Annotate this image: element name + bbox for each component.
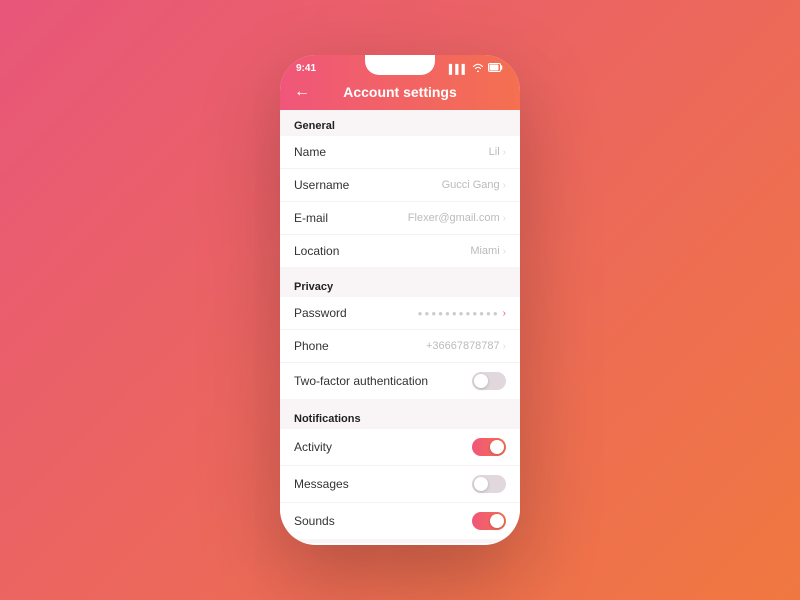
name-value: Lil bbox=[489, 146, 500, 158]
password-dots: ●●●●●●●●●●●● bbox=[418, 309, 500, 318]
activity-knob bbox=[490, 440, 504, 454]
row-sounds[interactable]: Sounds bbox=[280, 503, 520, 539]
row-location[interactable]: Location Miami › bbox=[280, 235, 520, 267]
row-phone[interactable]: Phone +36667878787 › bbox=[280, 330, 520, 363]
password-label: Password bbox=[294, 306, 347, 320]
username-value: Gucci Gang bbox=[442, 179, 500, 191]
messages-label: Messages bbox=[294, 477, 349, 491]
location-value-wrap: Miami › bbox=[470, 245, 506, 257]
location-label: Location bbox=[294, 244, 339, 258]
phone-arrow: › bbox=[503, 341, 506, 352]
row-email[interactable]: E-mail Flexer@gmail.com › bbox=[280, 202, 520, 235]
battery-icon bbox=[488, 63, 504, 74]
row-username[interactable]: Username Gucci Gang › bbox=[280, 169, 520, 202]
username-value-wrap: Gucci Gang › bbox=[442, 179, 506, 191]
phone-value-wrap: +36667878787 › bbox=[426, 340, 506, 352]
section-label-notifications: Notifications bbox=[280, 403, 520, 429]
username-label: Username bbox=[294, 178, 349, 192]
email-label: E-mail bbox=[294, 211, 328, 225]
status-icons: ▌▌▌ bbox=[449, 63, 504, 74]
sounds-knob bbox=[490, 514, 504, 528]
status-bar: 9:41 ▌▌▌ bbox=[280, 55, 520, 78]
name-value-wrap: Lil › bbox=[489, 146, 506, 158]
phone-frame: 9:41 ▌▌▌ ← Account settings bbox=[280, 55, 520, 545]
email-value-wrap: Flexer@gmail.com › bbox=[408, 212, 506, 224]
password-arrow: › bbox=[503, 308, 506, 319]
row-activity[interactable]: Activity bbox=[280, 429, 520, 466]
name-arrow: › bbox=[503, 147, 506, 158]
page-title: Account settings bbox=[343, 84, 457, 100]
content-area: General Name Lil › Username Gucci Gang ›… bbox=[280, 110, 520, 545]
header: ← Account settings bbox=[280, 78, 520, 110]
two-factor-label: Two-factor authentication bbox=[294, 374, 428, 388]
privacy-group: Password ●●●●●●●●●●●● › Phone +366678787… bbox=[280, 297, 520, 399]
wifi-icon bbox=[472, 63, 484, 74]
activity-label: Activity bbox=[294, 440, 332, 454]
email-value: Flexer@gmail.com bbox=[408, 212, 500, 224]
notifications-group: Activity Messages Sounds bbox=[280, 429, 520, 539]
sounds-toggle[interactable] bbox=[472, 512, 506, 530]
signal-icon: ▌▌▌ bbox=[449, 64, 468, 74]
location-arrow: › bbox=[503, 246, 506, 257]
password-value-wrap: ●●●●●●●●●●●● › bbox=[418, 308, 506, 319]
name-label: Name bbox=[294, 145, 326, 159]
location-value: Miami bbox=[470, 245, 499, 257]
username-arrow: › bbox=[503, 180, 506, 191]
row-two-factor[interactable]: Two-factor authentication bbox=[280, 363, 520, 399]
activity-toggle[interactable] bbox=[472, 438, 506, 456]
sounds-label: Sounds bbox=[294, 514, 335, 528]
phone-label: Phone bbox=[294, 339, 329, 353]
row-password[interactable]: Password ●●●●●●●●●●●● › bbox=[280, 297, 520, 330]
messages-knob bbox=[474, 477, 488, 491]
section-label-general: General bbox=[280, 110, 520, 136]
messages-toggle[interactable] bbox=[472, 475, 506, 493]
section-label-privacy: Privacy bbox=[280, 271, 520, 297]
email-arrow: › bbox=[503, 213, 506, 224]
back-button[interactable]: ← bbox=[294, 83, 310, 101]
row-messages[interactable]: Messages bbox=[280, 466, 520, 503]
general-group: Name Lil › Username Gucci Gang › E-mail … bbox=[280, 136, 520, 267]
status-time: 9:41 bbox=[296, 63, 316, 74]
two-factor-toggle[interactable] bbox=[472, 372, 506, 390]
row-name[interactable]: Name Lil › bbox=[280, 136, 520, 169]
two-factor-knob bbox=[474, 374, 488, 388]
phone-value: +36667878787 bbox=[426, 340, 500, 352]
delete-row[interactable]: Delete account bbox=[280, 543, 520, 545]
